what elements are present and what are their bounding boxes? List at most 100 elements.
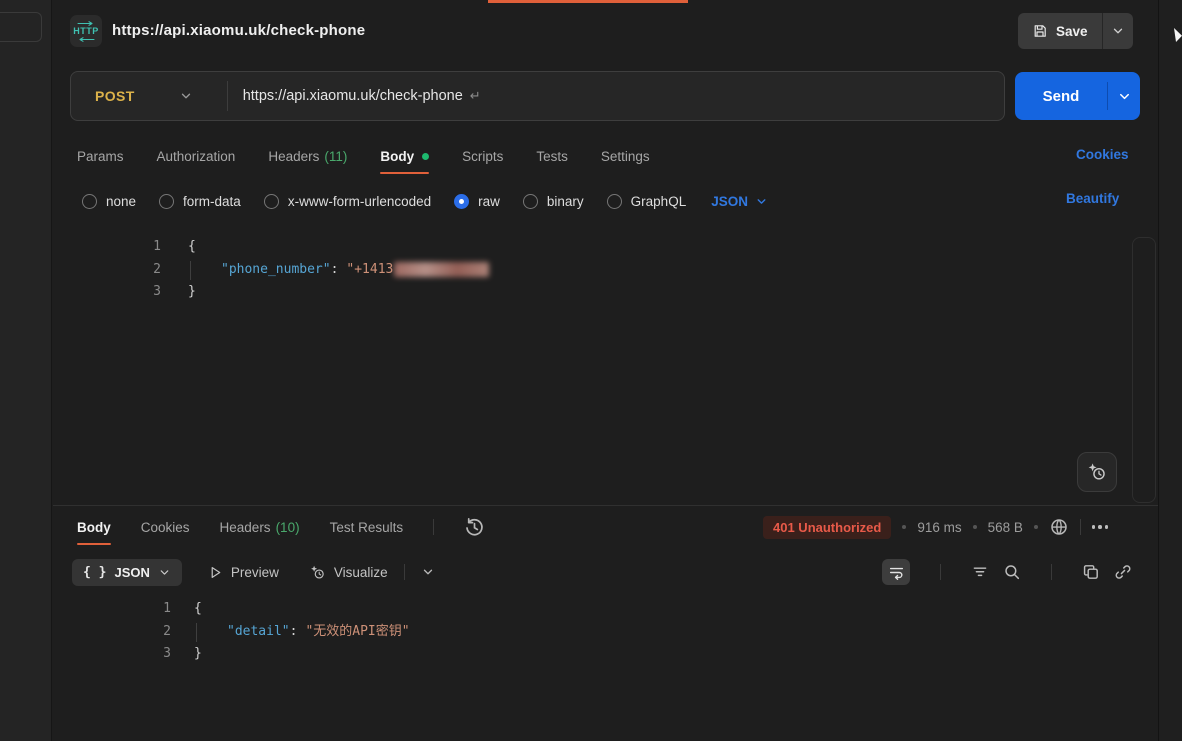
code-content: "detail":"无效的API密钥" xyxy=(194,621,410,644)
tab-headers[interactable]: Headers(11) xyxy=(268,149,347,164)
code-line[interactable]: 3 } xyxy=(53,643,1133,666)
save-options-button[interactable] xyxy=(1103,13,1133,49)
search-button[interactable] xyxy=(1003,563,1021,581)
link-icon xyxy=(1114,563,1132,581)
http-badge-label: HTTP xyxy=(73,27,99,36)
json-value: "无效的API密钥" xyxy=(305,621,409,644)
code-content: { xyxy=(188,236,196,259)
copy-icon xyxy=(1082,563,1100,581)
send-options-button[interactable] xyxy=(1108,72,1140,120)
json-key: "detail" xyxy=(227,621,290,644)
network-info-button[interactable] xyxy=(1049,517,1069,537)
response-format-label: JSON xyxy=(114,565,149,580)
filter-button[interactable] xyxy=(971,563,989,581)
request-response-divider[interactable] xyxy=(53,505,1158,506)
line-number: 2 xyxy=(53,621,171,644)
code-line[interactable]: 1 { xyxy=(53,598,1133,621)
response-toolbar-right xyxy=(882,555,1132,589)
wrap-text-icon xyxy=(888,564,905,581)
code-line[interactable]: 2 "detail":"无效的API密钥" xyxy=(53,621,1133,644)
wrap-text-button[interactable] xyxy=(882,559,910,585)
response-tab-headers[interactable]: Headers(10) xyxy=(220,520,300,535)
radio-circle[interactable] xyxy=(607,194,622,209)
line-number: 2 xyxy=(53,259,161,282)
line-number: 3 xyxy=(53,281,161,304)
response-format-dropdown[interactable]: { } JSON xyxy=(72,559,182,586)
tab-body[interactable]: Body xyxy=(380,149,429,164)
request-body-editor[interactable]: 1 { 2 "phone_number":"+1413 3 } xyxy=(53,236,1133,304)
radio-x-www-form-urlencoded[interactable]: x-www-form-urlencoded xyxy=(264,194,431,209)
body-type-selector: none form-data x-www-form-urlencoded raw… xyxy=(82,187,768,215)
code-line[interactable]: 1 { xyxy=(53,236,1133,259)
braces-icon: { } xyxy=(83,565,106,580)
status-badge[interactable]: 401 Unauthorized xyxy=(763,516,891,539)
radio-none[interactable]: none xyxy=(82,194,136,209)
response-body-editor[interactable]: 1 { 2 "detail":"无效的API密钥" 3 } xyxy=(53,598,1133,666)
method-selector[interactable]: POST xyxy=(71,88,135,104)
radio-circle-checked[interactable] xyxy=(454,194,469,209)
method-chevron-icon[interactable] xyxy=(179,89,193,103)
toolbar-divider xyxy=(433,519,434,535)
url-bar-divider xyxy=(227,81,228,111)
dot-separator xyxy=(1034,525,1038,529)
link-button[interactable] xyxy=(1114,563,1132,581)
response-tab-body[interactable]: Body xyxy=(77,520,111,535)
chevron-down-icon xyxy=(1111,24,1125,38)
json-colon: : xyxy=(331,259,339,282)
radio-circle[interactable] xyxy=(82,194,97,209)
send-button[interactable]: Send xyxy=(1015,72,1107,120)
save-button-group: Save xyxy=(1018,13,1133,49)
radio-circle[interactable] xyxy=(523,194,538,209)
radio-raw[interactable]: raw xyxy=(454,194,500,209)
response-tab-cookies[interactable]: Cookies xyxy=(141,520,190,535)
code-line[interactable]: 2 "phone_number":"+1413 xyxy=(53,259,1133,282)
chevron-down-icon xyxy=(755,195,768,208)
response-history-button[interactable] xyxy=(464,517,485,538)
code-content: } xyxy=(194,643,202,666)
radio-graphql[interactable]: GraphQL xyxy=(607,194,687,209)
json-key: "phone_number" xyxy=(221,259,331,282)
headers-count-badge: (11) xyxy=(324,149,347,164)
dot-separator xyxy=(973,525,977,529)
visualize-button[interactable]: Visualize xyxy=(309,564,388,581)
sparkle-icon xyxy=(309,564,326,581)
radio-circle[interactable] xyxy=(264,194,279,209)
code-content: { xyxy=(194,598,202,621)
radio-circle[interactable] xyxy=(159,194,174,209)
radio-form-data[interactable]: form-data xyxy=(159,194,241,209)
right-edge-gutter xyxy=(1158,0,1182,741)
sidebar-collapsed-item[interactable] xyxy=(0,12,42,42)
save-button[interactable]: Save xyxy=(1018,13,1102,49)
response-time[interactable]: 916 ms xyxy=(917,520,961,535)
response-tab-bar: Body Cookies Headers(10) Test Results xyxy=(77,512,485,542)
tab-scripts[interactable]: Scripts xyxy=(462,149,503,164)
editor-scrollbar-track[interactable] xyxy=(1132,237,1156,503)
response-toolbar: { } JSON Preview Visualize xyxy=(72,555,1140,589)
code-line[interactable]: 3 } xyxy=(53,281,1133,304)
preview-button[interactable]: Preview xyxy=(208,565,279,580)
tab-authorization[interactable]: Authorization xyxy=(157,149,236,164)
raw-format-dropdown[interactable]: JSON xyxy=(711,194,768,209)
url-input[interactable]: https://api.xiaomu.uk/check-phone xyxy=(243,88,463,104)
radio-binary[interactable]: binary xyxy=(523,194,584,209)
beautify-link[interactable]: Beautify xyxy=(1066,191,1119,206)
left-sidebar[interactable] xyxy=(0,0,52,741)
globe-icon xyxy=(1049,517,1069,537)
postbot-sparkle-icon xyxy=(1086,461,1108,483)
save-icon xyxy=(1032,23,1048,39)
cookies-link[interactable]: Cookies xyxy=(1076,147,1129,162)
line-number: 1 xyxy=(53,598,171,621)
response-tab-test-results[interactable]: Test Results xyxy=(330,520,404,535)
more-options-icon[interactable] xyxy=(1092,525,1109,529)
toolbar-expand-button[interactable] xyxy=(421,565,435,579)
tab-params[interactable]: Params xyxy=(77,149,124,164)
search-icon xyxy=(1003,563,1021,581)
tab-tests[interactable]: Tests xyxy=(536,149,568,164)
line-number: 3 xyxy=(53,643,171,666)
chevron-down-icon xyxy=(158,566,171,579)
request-url-bar[interactable]: POST https://api.xiaomu.uk/check-phone ↵ xyxy=(70,71,1005,121)
postbot-ai-button[interactable] xyxy=(1077,452,1117,492)
copy-button[interactable] xyxy=(1082,563,1100,581)
tab-settings[interactable]: Settings xyxy=(601,149,650,164)
response-size[interactable]: 568 B xyxy=(988,520,1023,535)
